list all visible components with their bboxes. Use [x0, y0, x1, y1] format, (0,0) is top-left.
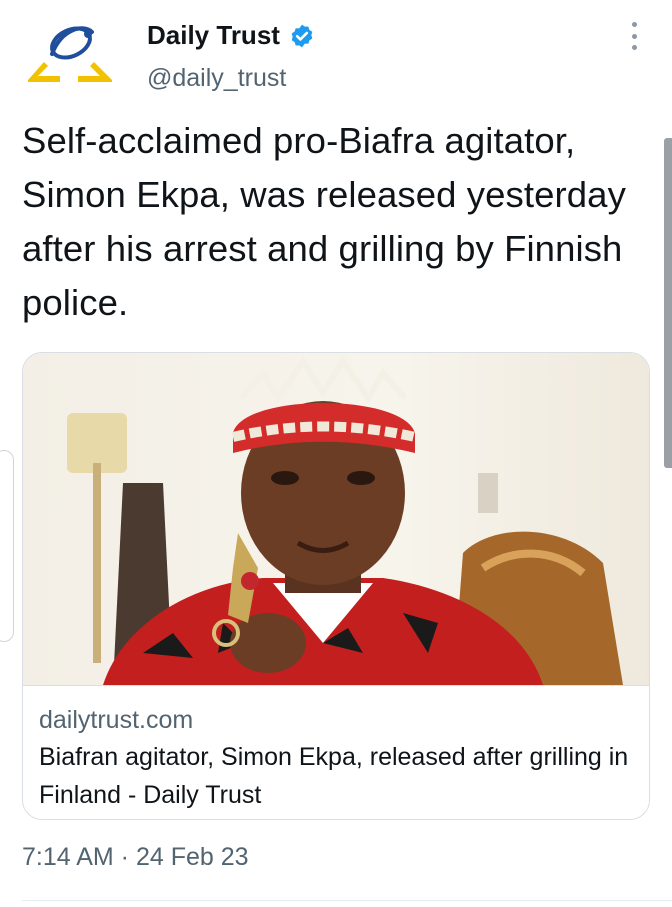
edge-panel-handle[interactable] — [0, 450, 14, 642]
more-dot-icon — [631, 45, 637, 50]
more-options-icon[interactable] — [624, 22, 644, 50]
divider — [22, 900, 672, 901]
author-handle[interactable]: @daily_trust — [147, 64, 286, 93]
link-domain: dailytrust.com — [39, 706, 194, 734]
avatar[interactable] — [22, 18, 116, 94]
more-dot-icon — [631, 22, 637, 27]
link-preview-card[interactable]: dailytrust.com Biafran agitator, Simon E… — [22, 352, 650, 820]
more-dot-icon — [631, 33, 637, 39]
verified-badge-icon — [291, 24, 313, 47]
article-thumbnail-image — [23, 353, 649, 685]
scrollbar-thumb[interactable] — [664, 138, 672, 468]
link-title: Biafran agitator, Simon Ekpa, released a… — [39, 743, 629, 809]
tweet-timestamp[interactable]: 7:14 AM · 24 Feb 23 — [22, 843, 249, 872]
tweet-text: Self-acclaimed pro-Biafra agitator, Simo… — [22, 120, 626, 323]
daily-trust-logo-icon — [28, 26, 112, 82]
author-name-row[interactable]: Daily Trust — [147, 20, 315, 51]
link-card-text[interactable]: dailytrust.com Biafran agitator, Simon E… — [23, 685, 649, 819]
author-name[interactable]: Daily Trust — [147, 20, 280, 51]
